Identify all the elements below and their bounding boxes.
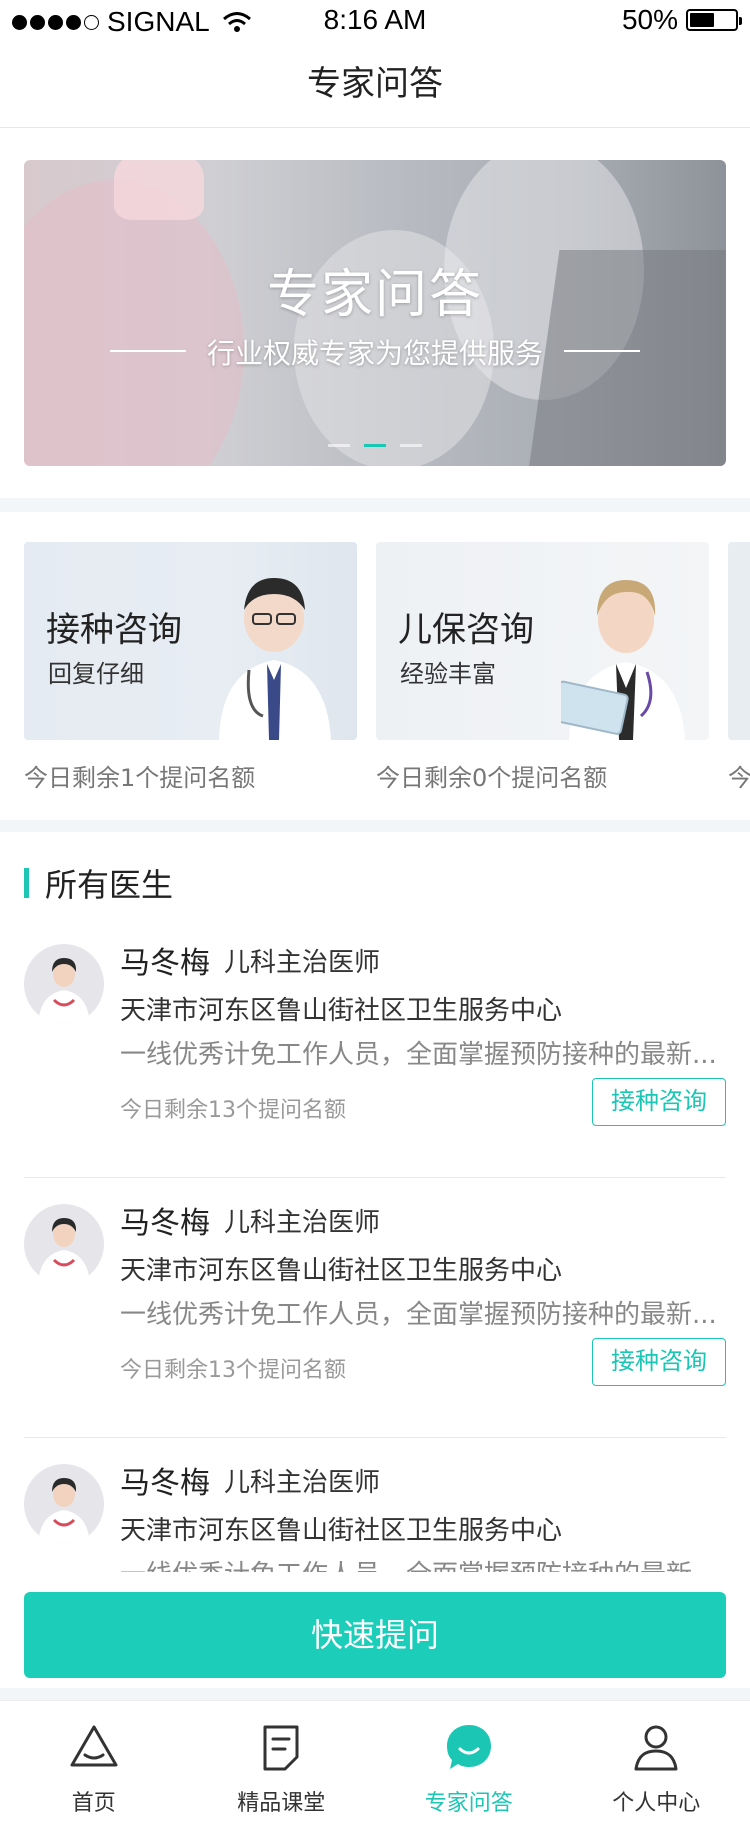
category-quota: 今日剩余0个提问名额 bbox=[376, 764, 608, 792]
category-quota: 今日剩余1个提问名额 bbox=[24, 764, 256, 792]
banner-subtitle: 行业权威专家为您提供服务 bbox=[206, 337, 543, 370]
carousel-indicator-active[interactable] bbox=[364, 444, 386, 447]
category-card-vaccination[interactable]: 接种咨询 回复仔细 bbox=[24, 542, 357, 740]
doctor-intro: 一线优秀计免工作人员，全面掌握预防接种的最新... bbox=[120, 1300, 717, 1330]
doctor-role: 儿科主治医师 bbox=[224, 948, 381, 978]
doctor-quota: 今日剩余13个提问名额 bbox=[120, 1358, 346, 1383]
doctor-portrait-icon bbox=[219, 578, 331, 740]
tab-courses[interactable]: 精品课堂 bbox=[188, 1701, 376, 1832]
doctor-list-item[interactable]: 马冬梅 儿科主治医师 天津市河东区鲁山街社区卫生服务中心 一线优秀计免工作人员，… bbox=[24, 918, 726, 1178]
doctor-name: 马冬梅 bbox=[120, 946, 210, 981]
doctor-list-item[interactable]: 马冬梅 儿科主治医师 天津市河东区鲁山街社区卫生服务中心 一线优秀计免工作人员，… bbox=[24, 1178, 726, 1438]
quick-ask-button[interactable]: 快速提问 bbox=[24, 1592, 726, 1678]
page-title: 专家问答 bbox=[307, 64, 443, 104]
banner-divider-right bbox=[564, 350, 640, 352]
document-icon bbox=[263, 1725, 299, 1771]
tab-label: 专家问答 bbox=[424, 1791, 513, 1816]
nurse-cap-art bbox=[114, 160, 204, 220]
doctor-intro: 一线优秀计免工作人员，全面掌握预防接种的最新... bbox=[120, 1554, 720, 1572]
tab-label: 首页 bbox=[71, 1791, 116, 1816]
doctor-avatar bbox=[24, 944, 104, 1024]
home-icon bbox=[70, 1725, 118, 1767]
doctor-portrait-icon bbox=[561, 580, 685, 740]
tab-label: 精品课堂 bbox=[237, 1791, 326, 1816]
consult-button[interactable]: 接种咨询 bbox=[592, 1338, 726, 1386]
doctor-name: 马冬梅 bbox=[120, 1206, 210, 1241]
section-header: 所有医生 bbox=[24, 860, 173, 906]
quick-ask-bar: 快速提问 bbox=[0, 1572, 750, 1688]
tab-bar: 首页 精品课堂 专家问答 个人中心 bbox=[0, 1700, 750, 1832]
doctors-section: 所有医生 马冬梅 儿科主治医师 天津市河东区鲁山街社区卫生服务中心 一线优秀计免… bbox=[0, 832, 750, 1572]
doctor-avatar bbox=[24, 1464, 104, 1544]
carousel-indicator[interactable] bbox=[328, 444, 350, 447]
banner-section: 专家问答 行业权威专家为您提供服务 bbox=[0, 128, 750, 498]
battery-percent: 50% bbox=[621, 4, 678, 35]
carousel-indicator[interactable] bbox=[400, 444, 422, 447]
chat-bubble-icon bbox=[446, 1725, 491, 1769]
doctor-intro: 一线优秀计免工作人员，全面掌握预防接种的最新... bbox=[120, 1040, 717, 1070]
doctor-name: 马冬梅 bbox=[120, 1466, 210, 1501]
doctor-hospital: 天津市河东区鲁山街社区卫生服务中心 bbox=[120, 996, 563, 1026]
battery-icon bbox=[686, 9, 742, 31]
doctor-quota: 今日剩余13个提问名额 bbox=[120, 1098, 346, 1123]
doctor-hospital: 天津市河东区鲁山街社区卫生服务中心 bbox=[120, 1516, 563, 1546]
person-icon bbox=[634, 1725, 678, 1771]
tab-expert-qa[interactable]: 专家问答 bbox=[375, 1701, 563, 1832]
banner-carousel[interactable]: 专家问答 行业权威专家为您提供服务 bbox=[24, 160, 726, 466]
doctor-avatar bbox=[24, 1204, 104, 1284]
category-card-partial[interactable] bbox=[728, 542, 750, 740]
section-accent-bar bbox=[24, 868, 29, 898]
section-title: 所有医生 bbox=[45, 866, 174, 904]
status-bar: SIGNAL 8:16 AM 50% bbox=[0, 0, 750, 40]
doctor-list-item[interactable]: 马冬梅 儿科主治医师 天津市河东区鲁山街社区卫生服务中心 一线优秀计免工作人员，… bbox=[24, 1438, 726, 1572]
category-cards: 接种咨询 回复仔细 今日剩余1个提问名额 儿保咨询 经验丰富 今日剩余0个提问名… bbox=[0, 512, 750, 820]
category-title: 接种咨询 bbox=[46, 610, 182, 650]
category-card-child-health[interactable]: 儿保咨询 经验丰富 bbox=[376, 542, 709, 740]
category-title: 儿保咨询 bbox=[398, 610, 534, 650]
tab-label: 个人中心 bbox=[612, 1791, 701, 1816]
battery-status: 50% bbox=[621, 4, 742, 36]
tab-profile[interactable]: 个人中心 bbox=[563, 1701, 750, 1832]
banner-title: 专家问答 bbox=[266, 265, 483, 325]
category-subtitle: 经验丰富 bbox=[400, 660, 496, 688]
category-subtitle: 回复仔细 bbox=[48, 660, 144, 688]
doctor-role: 儿科主治医师 bbox=[224, 1468, 381, 1498]
doctor-role: 儿科主治医师 bbox=[224, 1208, 381, 1238]
consult-button[interactable]: 接种咨询 bbox=[592, 1078, 726, 1126]
tab-home[interactable]: 首页 bbox=[0, 1701, 188, 1832]
doctor-hospital: 天津市河东区鲁山街社区卫生服务中心 bbox=[120, 1256, 563, 1286]
nav-bar: 专家问答 bbox=[0, 40, 750, 128]
category-quota: 今 bbox=[728, 764, 750, 792]
